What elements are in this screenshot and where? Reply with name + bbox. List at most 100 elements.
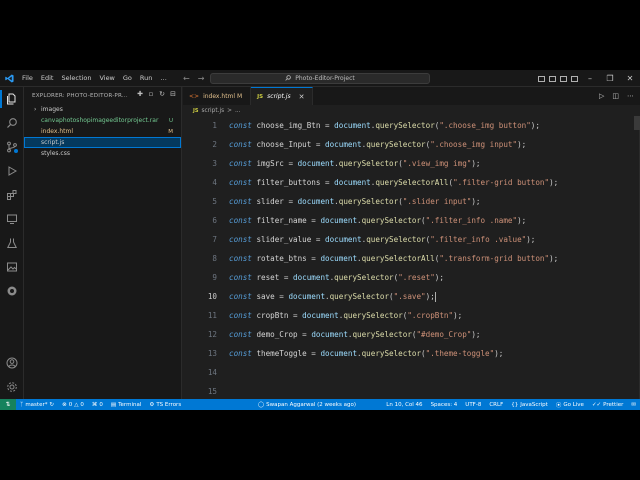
object-token: document (288, 291, 326, 301)
command-center[interactable]: Photo-Editor-Project (210, 73, 430, 84)
more-actions-icon[interactable]: ⋯ (627, 92, 634, 100)
code-line: 11 const cropBtn = document.querySelector… (183, 306, 640, 325)
image-preview-icon[interactable] (0, 255, 24, 279)
code-line: 9 const reset = document.querySelector(".… (183, 268, 640, 287)
ports-count: 0 (99, 401, 103, 408)
tree-item-rar[interactable]: canvaphotoshopimageeditorproject.rar U (24, 115, 181, 126)
ts-errors-button[interactable]: ⚙ TS Errors (145, 399, 185, 410)
docker-icon[interactable] (0, 279, 24, 303)
tree-item-script-js[interactable]: script.js (24, 137, 181, 148)
branch-indicator[interactable]: ᛉ master* ↻ (16, 399, 58, 410)
notifications-icon[interactable]: ✉ (627, 399, 640, 410)
menu-more[interactable]: … (156, 70, 171, 87)
identifier-token: save (256, 291, 275, 301)
breadcrumb-separator: > (227, 107, 232, 114)
keyword-token: const (229, 140, 252, 149)
breadcrumb-file[interactable]: script.js (201, 108, 224, 114)
code-text: const rotate_btns = document.querySelect… (229, 254, 559, 263)
explorer-icon[interactable] (0, 87, 24, 111)
ports-indicator[interactable]: ⌘ 0 (88, 399, 107, 410)
identifier-token: cropBtn (256, 311, 289, 320)
code-line: 10 const save = document.querySelector(".… (183, 287, 640, 306)
code-text: const save = document.querySelector(".sa… (229, 291, 436, 302)
encoding[interactable]: UTF-8 (461, 399, 485, 410)
code-editor[interactable]: 1 const choose_img_Btn = document.querySe… (183, 116, 640, 410)
tree-item-images[interactable]: › images (24, 104, 181, 115)
source-control-icon[interactable] (0, 135, 24, 159)
menu-edit[interactable]: Edit (37, 70, 58, 87)
menu-run[interactable]: Run (136, 70, 156, 87)
new-folder-icon[interactable]: ▫ (147, 90, 155, 98)
string-token: ".reset" (398, 273, 435, 282)
toggle-primary-sidebar-icon[interactable] (536, 70, 547, 87)
customize-layout-icon[interactable] (569, 70, 580, 87)
tab-label: script.js (267, 93, 291, 100)
split-editor-icon[interactable]: ◫ (612, 92, 619, 100)
function-token: querySelector (366, 140, 426, 149)
toggle-secondary-sidebar-icon[interactable] (558, 70, 569, 87)
go-live-button[interactable]: ⦿ Go Live (552, 399, 588, 410)
tab-index-html[interactable]: <> index.html M (183, 87, 252, 105)
menu-go[interactable]: Go (119, 70, 136, 87)
close-tab-icon[interactable]: ✕ (299, 93, 305, 101)
end-of-line[interactable]: CRLF (485, 399, 507, 410)
forward-arrow-icon[interactable]: → (198, 74, 205, 83)
string-token: ".choose_img button" (439, 121, 531, 130)
code-line: 13 const themeToggle = document.querySele… (183, 344, 640, 363)
language-mode[interactable]: {} JavaScript (507, 399, 552, 410)
function-token: querySelector (338, 197, 399, 206)
terminal-button[interactable]: ▤ Terminal (107, 399, 145, 410)
broadcast-icon: ⦿ (555, 402, 562, 409)
menu-selection[interactable]: Selection (57, 70, 95, 87)
tree-item-label: script.js (41, 139, 65, 146)
sync-icon: ↻ (49, 401, 55, 408)
function-token: querySelector (375, 121, 435, 130)
collapse-all-icon[interactable]: ⊟ (169, 90, 177, 98)
menu-file[interactable]: File (18, 70, 37, 87)
accounts-icon[interactable] (0, 351, 24, 375)
code-line: 6 const filter_name = document.querySelec… (183, 211, 640, 230)
function-token: querySelectorAll (361, 254, 435, 263)
string-token: ".filter-grid button" (453, 178, 550, 187)
code-text: const choose_img_Btn = document.querySel… (229, 121, 540, 130)
line-number: 14 (207, 368, 217, 377)
extensions-icon[interactable] (0, 183, 24, 207)
toggle-panel-icon[interactable] (547, 70, 558, 87)
code-line: 1 const choose_img_Btn = document.querySe… (183, 116, 640, 135)
warnings-count: 0 (80, 401, 84, 408)
manage-gear-icon[interactable] (0, 375, 24, 399)
tree-item-label: canvaphotoshopimageeditorproject.rar (41, 117, 159, 124)
identifier-token: filter_buttons (256, 178, 321, 187)
minimize-icon[interactable]: – (580, 70, 600, 87)
html-file-icon: <> (189, 92, 200, 100)
remote-explorer-icon[interactable] (0, 207, 24, 231)
testing-icon[interactable] (0, 231, 24, 255)
git-modified-badge: M (168, 128, 173, 135)
run-file-icon[interactable]: ▷ (599, 92, 604, 100)
prettier-button[interactable]: ✓✓ Prettier (588, 399, 627, 410)
breadcrumb-more[interactable]: ... (235, 108, 241, 114)
function-token: querySelector (361, 349, 422, 358)
tree-item-styles-css[interactable]: styles.css (24, 148, 181, 159)
refresh-icon[interactable]: ↻ (158, 90, 166, 98)
line-number: 5 (212, 197, 217, 206)
tree-item-index-html[interactable]: index.html M (24, 126, 181, 137)
indentation[interactable]: Spaces: 4 (427, 399, 462, 410)
git-blame[interactable]: ◯ Swapan Aggarwal (2 weeks ago) (254, 399, 360, 410)
identifier-token: slider (256, 197, 284, 206)
run-debug-icon[interactable] (0, 159, 24, 183)
string-token: "#demo_Crop" (416, 330, 472, 339)
keyword-token: const (229, 121, 252, 130)
menu-view[interactable]: View (95, 70, 118, 87)
back-arrow-icon[interactable]: ← (183, 74, 190, 83)
close-window-icon[interactable]: ✕ (620, 70, 640, 87)
problems-indicator[interactable]: ⊗ 0 △ 0 (58, 399, 88, 410)
search-view-icon[interactable] (0, 111, 24, 135)
remote-indicator-icon[interactable]: ⇅ (0, 399, 16, 410)
restore-icon[interactable]: ❐ (600, 70, 620, 87)
ts-errors-label: TS Errors (156, 401, 182, 408)
tab-script-js[interactable]: JS script.js ✕ (251, 87, 314, 105)
new-file-icon[interactable]: ✚ (136, 90, 144, 98)
cursor-position[interactable]: Ln 10, Col 46 (382, 399, 426, 410)
code-line: 12 const demo_Crop = document.querySelect… (183, 325, 640, 344)
